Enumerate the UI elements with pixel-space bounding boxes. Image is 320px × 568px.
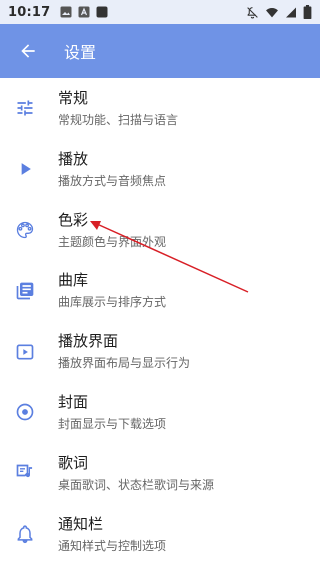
- palette-icon: [14, 219, 36, 241]
- back-button[interactable]: [14, 37, 42, 65]
- notification-icons: [60, 6, 108, 18]
- back-arrow-icon: [21, 44, 35, 58]
- battery-icon: [303, 5, 312, 19]
- setting-item-cover[interactable]: 封面 封面显示与下载选项: [0, 382, 320, 443]
- setting-subtitle: 主题颜色与界面外观: [58, 234, 167, 249]
- page-title: 设置: [64, 43, 97, 62]
- setting-item-notification[interactable]: 通知栏 通知样式与控制选项: [0, 504, 320, 565]
- tune-icon: [14, 97, 36, 119]
- system-icons: [246, 5, 312, 19]
- library-icon: [14, 280, 36, 302]
- settings-list: 常规 常规功能、扫描与语言 播放 播放方式与音频焦点 色彩 主题颜色与界面外观 …: [0, 78, 320, 564]
- setting-subtitle: 播放界面布局与显示行为: [58, 356, 191, 371]
- signal-icon: [286, 7, 296, 17]
- setting-item-playback[interactable]: 播放 播放方式与音频焦点: [0, 139, 320, 200]
- setting-title: 封面: [58, 392, 89, 411]
- setting-title: 播放界面: [58, 332, 119, 351]
- setting-item-lyrics[interactable]: 歌词 桌面歌词、状态栏歌词与来源: [0, 443, 320, 504]
- setting-item-color[interactable]: 色彩 主题颜色与界面外观: [0, 200, 320, 261]
- status-bar: 10:17: [0, 0, 320, 24]
- setting-item-general[interactable]: 常规 常规功能、扫描与语言: [0, 78, 320, 139]
- image-icon: [60, 6, 72, 18]
- mute-icon: [247, 6, 258, 18]
- app-icon: [96, 6, 108, 18]
- setting-subtitle: 播放方式与音频焦点: [58, 173, 167, 188]
- setting-title: 播放: [58, 149, 89, 168]
- notification-icon: [14, 523, 36, 545]
- setting-subtitle: 常规功能、扫描与语言: [58, 113, 179, 127]
- text-icon: [78, 6, 90, 18]
- wifi-icon: [266, 7, 278, 17]
- setting-subtitle: 桌面歌词、状态栏歌词与来源: [58, 477, 215, 492]
- album-icon: [14, 401, 36, 423]
- now-playing-icon: [14, 341, 36, 363]
- play-icon: [14, 158, 36, 180]
- setting-subtitle: 封面显示与下载选项: [58, 416, 167, 431]
- setting-subtitle: 曲库展示与排序方式: [58, 295, 167, 310]
- setting-item-library[interactable]: 曲库 曲库展示与排序方式: [0, 260, 320, 321]
- setting-title: 通知栏: [58, 514, 104, 533]
- setting-title: 曲库: [58, 271, 89, 290]
- setting-title: 常规: [58, 89, 89, 107]
- app-bar: 设置: [0, 24, 320, 78]
- setting-title: 色彩: [58, 210, 89, 229]
- setting-subtitle: 通知样式与控制选项: [58, 538, 167, 553]
- status-time: 10:17: [8, 4, 51, 20]
- setting-item-now-playing[interactable]: 播放界面 播放界面布局与显示行为: [0, 321, 320, 382]
- setting-title: 歌词: [58, 453, 89, 472]
- lyrics-icon: [14, 462, 36, 484]
